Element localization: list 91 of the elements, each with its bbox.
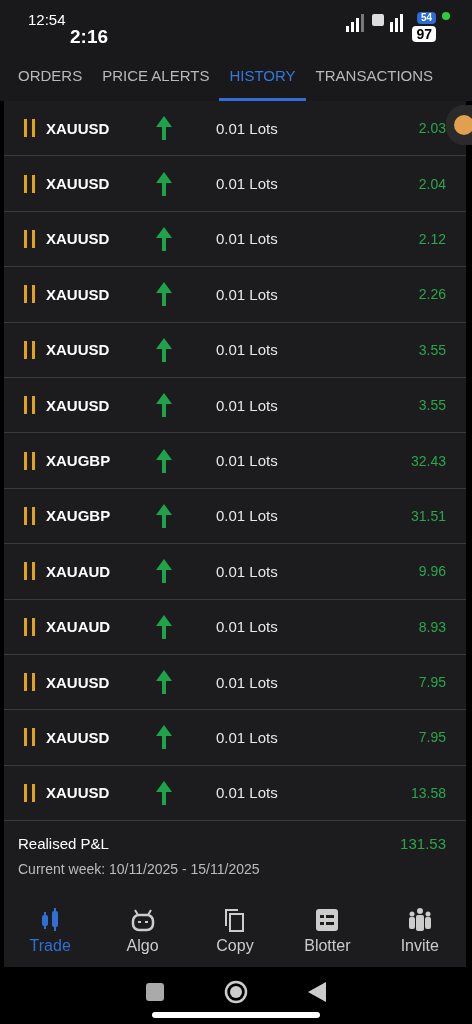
period-text: Current week: 10/11/2025 - 15/11/2025 <box>18 861 260 878</box>
volume-text: 0.01 Lots <box>216 175 278 193</box>
symbol-text: XAUUSD <box>46 175 111 193</box>
pnl-value: 2.03 <box>418 120 446 137</box>
symbol-text: XAUUSD <box>46 729 111 746</box>
list-icon <box>314 907 341 934</box>
pnl-value: 31.51 <box>410 507 446 524</box>
volume-text: 0.01 Lots <box>216 618 278 636</box>
symbol-text: XAUAUD <box>46 618 112 636</box>
up-arrow-icon <box>156 448 172 473</box>
up-arrow-icon <box>156 337 172 362</box>
volume-text: 0.01 Lots <box>216 230 278 248</box>
pnl-value: 2.12 <box>418 230 446 247</box>
volume-text: 0.01 Lots <box>216 341 278 359</box>
symbol-text: XAUUSD <box>46 285 111 303</box>
tab[interactable]: HISTORY <box>219 52 306 101</box>
up-arrow-icon <box>156 670 172 695</box>
symbol-text: XAUUSD <box>46 341 111 359</box>
up-arrow-icon <box>156 559 172 584</box>
volume-text: 0.01 Lots <box>216 119 278 137</box>
symbol-text: XAUUSD <box>46 673 111 691</box>
realised-pnl-value: 131.53 <box>400 835 446 853</box>
symbol-text: XAUUSD <box>46 230 111 248</box>
symbol-text: XAUGBP <box>46 507 112 525</box>
clock-secondary: 2:16 <box>70 28 109 46</box>
nav-item[interactable]: Algo <box>102 906 183 957</box>
pnl-value: 3.55 <box>418 341 446 358</box>
nav-item[interactable]: Blotter <box>287 906 368 957</box>
pause-icon <box>24 673 36 692</box>
symbol-text: XAUAUD <box>46 562 112 580</box>
pnl-value: 7.95 <box>418 674 446 691</box>
volume-text: 0.01 Lots <box>216 562 278 580</box>
pause-icon <box>24 728 36 747</box>
up-arrow-icon <box>156 614 172 639</box>
nav-item[interactable]: Invite <box>379 906 460 957</box>
pause-icon <box>24 285 36 304</box>
pnl-value: 2.26 <box>418 286 446 303</box>
battery-indicator: 97 <box>412 26 436 42</box>
volume-text: 0.01 Lots <box>216 285 278 303</box>
up-arrow-icon <box>156 171 172 196</box>
symbol-text: XAUUSD <box>46 119 111 137</box>
pause-icon <box>24 174 36 193</box>
volume-text: 0.01 Lots <box>216 729 278 746</box>
pause-icon <box>24 451 36 470</box>
people-icon <box>406 907 433 934</box>
battery-indicator: 54 <box>416 12 436 24</box>
up-arrow-icon <box>156 116 172 141</box>
pause-icon <box>24 119 36 138</box>
pnl-value: 32.43 <box>410 452 446 469</box>
tab[interactable]: ORDERS <box>8 52 93 101</box>
tab[interactable]: PRICE ALERTS <box>92 52 220 101</box>
volume-text: 0.01 Lots <box>216 452 278 470</box>
up-arrow-icon <box>156 725 172 750</box>
pnl-value: 9.96 <box>418 563 446 580</box>
up-arrow-icon <box>156 282 172 307</box>
nav-item[interactable]: Trade <box>10 906 91 957</box>
floating-button[interactable] <box>446 105 472 145</box>
volume-text: 0.01 Lots <box>216 784 278 802</box>
realised-pnl-label: Realised P&L <box>18 835 109 853</box>
volume-text: 0.01 Lots <box>216 507 278 525</box>
pnl-value: 13.58 <box>410 784 446 801</box>
pause-icon <box>24 783 36 802</box>
volume-text: 0.01 Lots <box>216 396 278 414</box>
nav-item[interactable]: Copy <box>194 906 275 957</box>
home-icon[interactable] <box>224 979 248 1004</box>
notification-dot-icon <box>442 12 450 20</box>
pause-icon <box>24 617 36 636</box>
pnl-value: 8.93 <box>418 618 446 635</box>
clock: 12:54 <box>28 12 67 28</box>
volume-text: 0.01 Lots <box>216 673 278 691</box>
up-arrow-icon <box>156 503 172 528</box>
coin-icon <box>454 115 472 135</box>
pause-icon <box>24 229 36 248</box>
pause-icon <box>24 340 36 359</box>
pnl-value: 2.04 <box>418 175 446 192</box>
recents-icon[interactable] <box>146 982 164 1001</box>
pause-icon <box>24 506 36 525</box>
up-arrow-icon <box>156 226 172 251</box>
symbol-text: XAUUSD <box>46 396 111 414</box>
pause-icon <box>24 396 36 415</box>
robot-icon <box>129 907 156 934</box>
symbol-text: XAUGBP <box>46 452 112 470</box>
gesture-handle[interactable] <box>152 1012 320 1018</box>
up-arrow-icon <box>156 393 172 418</box>
back-icon[interactable] <box>308 981 326 1002</box>
pnl-value: 7.95 <box>418 729 446 746</box>
tab[interactable]: TRANSACTIONS <box>305 52 444 101</box>
up-arrow-icon <box>156 780 172 805</box>
symbol-text: XAUUSD <box>46 784 111 802</box>
pnl-value: 3.55 <box>418 397 446 414</box>
pause-icon <box>24 562 36 581</box>
